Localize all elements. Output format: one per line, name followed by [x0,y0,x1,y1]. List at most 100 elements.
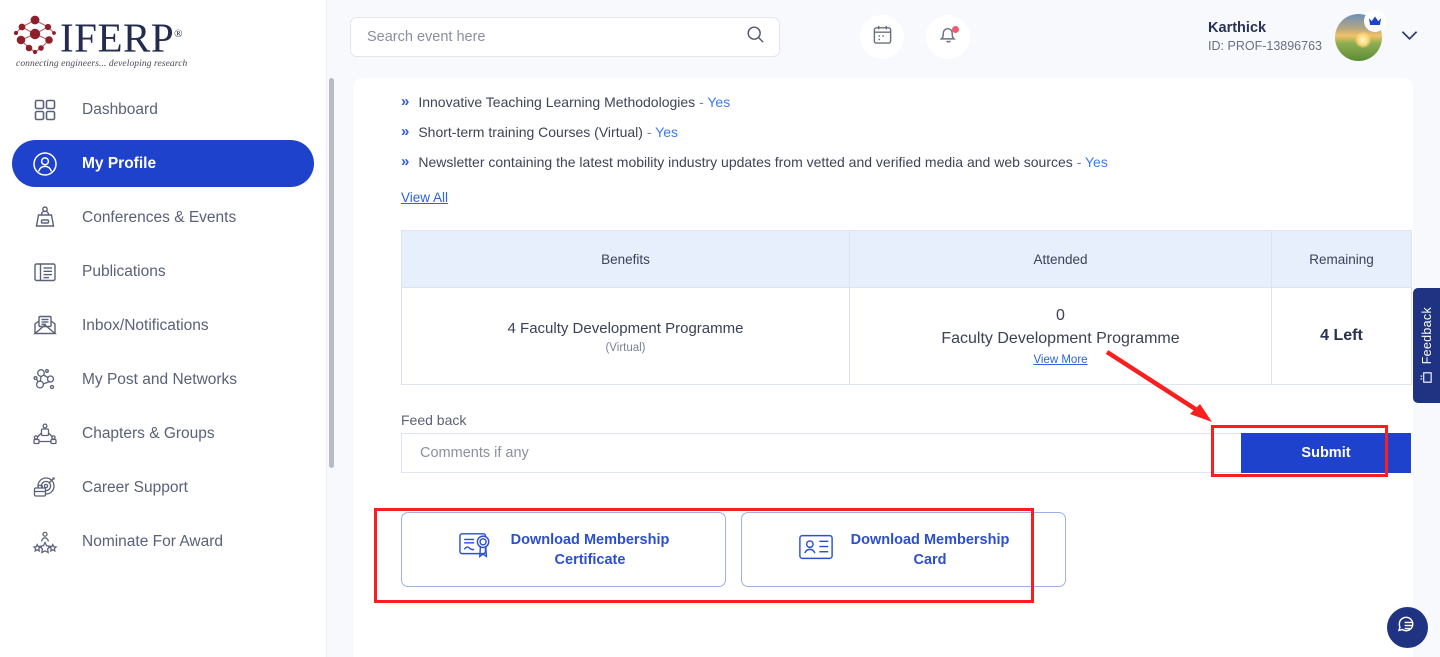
search-icon[interactable] [746,25,765,49]
avatar[interactable] [1335,14,1382,61]
app-root: IFERP® connecting engineers... developin… [0,0,1440,657]
sidebar-item-label: My Post and Networks [82,371,237,389]
download-membership-card-button[interactable]: Download Membership Card [741,512,1066,587]
envelope-icon [30,311,60,341]
benefit-value: Yes [1085,154,1108,170]
double-chevron-icon: » [401,122,409,141]
cell-attended: 0 Faculty Development Programme View Mor… [850,288,1272,385]
download-buttons: Download Membership Certificate [401,512,1066,587]
benefit-text: Short-term training Courses (Virtual) [418,124,643,140]
list-item: » Short-term training Courses (Virtual) … [401,122,1413,142]
sidebar-item-label: Dashboard [82,101,158,119]
cell-benefit: 4 Faculty Development Programme (Virtual… [402,288,850,385]
calendar-button[interactable] [860,15,904,59]
feedback-tab-label: Feedback [1420,307,1434,364]
user-name: Karthick [1208,19,1322,38]
submit-button[interactable]: Submit [1241,433,1411,473]
grid-icon [30,95,60,125]
sidebar-item-label: Conferences & Events [82,209,236,227]
sidebar-nav: Dashboard My Profile [0,86,326,565]
membership-card-panel: » Innovative Teaching Learning Methodolo… [353,78,1413,657]
sidebar-item-my-profile[interactable]: My Profile [12,140,314,187]
header-icon-group [860,15,970,59]
benefit-separator: - [1077,154,1082,170]
sidebar: IFERP® connecting engineers... developin… [0,0,327,657]
benefit-separator: - [647,124,652,140]
user-id: ID: PROF-13896763 [1208,38,1322,55]
attended-name: Faculty Development Programme [856,327,1265,350]
benefit-text: Innovative Teaching Learning Methodologi… [418,94,695,110]
newspaper-icon [30,257,60,287]
table-row: 4 Faculty Development Programme (Virtual… [402,288,1412,385]
label-line-1: Download Membership [851,532,1010,548]
benefit-value: Yes [655,124,678,140]
search-input[interactable] [367,29,746,45]
benefits-list: » Innovative Teaching Learning Methodolo… [353,78,1413,172]
sidebar-item-label: Nominate For Award [82,533,223,551]
double-chevron-icon: » [401,92,409,111]
column-header-attended: Attended [850,231,1272,288]
sidebar-item-publications[interactable]: Publications [12,248,314,295]
user-circle-icon [30,149,60,179]
network-icon [30,365,60,395]
podium-icon [30,203,60,233]
benefit-mode: (Virtual) [408,342,843,354]
sidebar-item-inbox-notifications[interactable]: Inbox/Notifications [12,302,314,349]
view-all-link[interactable]: View All [401,190,448,205]
crown-icon [1364,10,1386,32]
double-chevron-icon: » [401,152,409,171]
sidebar-item-my-post-and-networks[interactable]: My Post and Networks [12,356,314,403]
chat-button[interactable] [1387,607,1428,648]
benefit-name: 4 Faculty Development Programme [408,318,843,340]
calendar-icon [872,24,893,50]
chevron-down-icon[interactable] [1401,28,1418,46]
sidebar-item-chapters-groups[interactable]: Chapters & Groups [12,410,314,457]
download-membership-certificate-button[interactable]: Download Membership Certificate [401,512,726,587]
benefit-text: Newsletter containing the latest mobilit… [418,154,1072,170]
top-header: Karthick ID: PROF-13896763 [327,0,1440,74]
user-menu[interactable]: Karthick ID: PROF-13896763 [1208,14,1418,61]
registered-mark: ® [174,28,183,40]
main-content: » Innovative Teaching Learning Methodolo… [327,74,1440,657]
benefit-separator: - [699,94,704,110]
content-scrollbar[interactable] [329,78,334,468]
user-info: Karthick ID: PROF-13896763 [1208,19,1322,55]
column-header-benefits: Benefits [402,231,850,288]
attended-count: 0 [856,304,1265,327]
brand-logo[interactable]: IFERP® connecting engineers... developin… [0,0,326,74]
cell-remaining: 4 Left [1272,288,1412,385]
feedback-input[interactable] [401,433,1241,473]
sidebar-item-label: My Profile [82,155,156,173]
sidebar-item-label: Publications [82,263,166,281]
feedback-tab[interactable]: Feedback [1413,288,1440,403]
sidebar-item-conferences-events[interactable]: Conferences & Events [12,194,314,241]
group-icon [30,419,60,449]
benefits-table: Benefits Attended Remaining 4 Faculty De… [401,230,1412,385]
download-certificate-label: Download Membership Certificate [511,530,670,570]
feedback-icon [1420,371,1434,384]
id-card-icon [798,532,834,567]
notifications-button[interactable] [926,15,970,59]
briefcase-target-icon [30,473,60,503]
chat-bubble-icon [1396,614,1419,642]
download-card-label: Download Membership Card [851,530,1010,570]
iferp-logo-icon [12,12,58,58]
list-item: » Newsletter containing the latest mobil… [401,152,1413,172]
sidebar-item-label: Career Support [82,479,188,497]
sidebar-item-dashboard[interactable]: Dashboard [12,86,314,133]
brand-name-text: IFERP [60,15,174,61]
sidebar-item-label: Inbox/Notifications [82,317,209,335]
sidebar-item-label: Chapters & Groups [82,425,215,443]
award-stars-icon [30,527,60,557]
feedback-row: Submit [401,433,1411,473]
remaining-count: 4 Left [1278,327,1405,345]
sidebar-item-career-support[interactable]: Career Support [12,464,314,511]
benefit-value: Yes [707,94,730,110]
label-line-2: Certificate [555,552,626,568]
list-item: » Innovative Teaching Learning Methodolo… [401,92,1413,112]
notification-badge-dot [952,26,959,33]
search-box[interactable] [350,17,780,57]
view-more-link[interactable]: View More [1033,354,1087,366]
sidebar-item-nominate-for-award[interactable]: Nominate For Award [12,518,314,565]
brand-name: IFERP® [60,14,183,58]
